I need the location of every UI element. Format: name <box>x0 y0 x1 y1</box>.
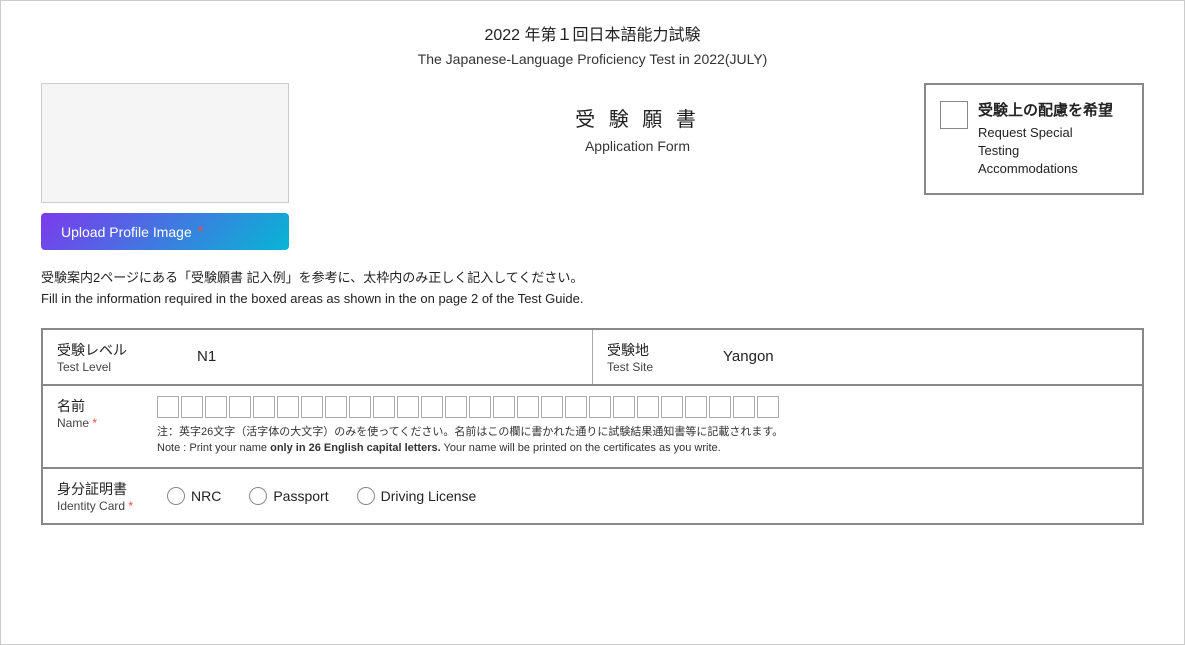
page: 2022 年第１回日本語能力試験 The Japanese-Language P… <box>0 0 1185 645</box>
header: 2022 年第１回日本語能力試験 The Japanese-Language P… <box>41 21 1144 67</box>
name-input-area: 注：英字26文字（活字体の大文字）のみを使ってください。名前はこの欄に書かれた通… <box>157 396 1128 457</box>
name-char-box[interactable] <box>325 396 347 418</box>
radio-label: Driving License <box>381 488 477 504</box>
upload-required-marker: * <box>198 223 204 240</box>
id-card-row: 身分証明書 Identity Card * NRC Passport Driving… <box>42 468 1143 524</box>
id-card-option[interactable]: Passport <box>249 487 328 505</box>
instruction-line2: Fill in the information required in the … <box>41 289 1144 310</box>
name-char-box[interactable] <box>541 396 563 418</box>
name-char-box[interactable] <box>637 396 659 418</box>
name-char-box[interactable] <box>493 396 515 418</box>
radio-label: NRC <box>191 488 221 504</box>
accommodations-en: Request Special Testing Accommodations <box>978 124 1113 179</box>
radio-circle <box>357 487 375 505</box>
name-required: * <box>92 416 97 430</box>
name-char-box[interactable] <box>445 396 467 418</box>
test-site-value: Yangon <box>723 348 774 365</box>
name-char-boxes <box>157 396 1128 418</box>
app-form-en: Application Form <box>585 138 690 154</box>
id-card-cell: 身分証明書 Identity Card * NRC Passport Driving… <box>42 468 1143 524</box>
id-card-label: 身分証明書 Identity Card * <box>57 479 137 513</box>
name-cell: 名前 Name * 注：英字26文字（活字体の大文字）のみを使ってください。名前… <box>42 385 1143 468</box>
name-char-box[interactable] <box>301 396 323 418</box>
upload-profile-image-button[interactable]: Upload Profile Image * <box>41 213 289 250</box>
app-form-jp: 受 験 願 書 <box>575 103 700 132</box>
name-char-box[interactable] <box>349 396 371 418</box>
name-char-box[interactable] <box>373 396 395 418</box>
name-char-box[interactable] <box>565 396 587 418</box>
name-char-box[interactable] <box>157 396 179 418</box>
name-char-box[interactable] <box>229 396 251 418</box>
title-en: The Japanese-Language Proficiency Test i… <box>41 51 1144 67</box>
test-level-value: N1 <box>197 348 216 365</box>
name-char-box[interactable] <box>685 396 707 418</box>
top-section: Upload Profile Image * 受 験 願 書 Applicati… <box>41 83 1144 250</box>
test-site-label: 受験地 Test Site <box>607 340 653 374</box>
name-char-box[interactable] <box>733 396 755 418</box>
test-site-cell: 受験地 Test Site Yangon <box>593 329 1144 385</box>
name-char-box[interactable] <box>253 396 275 418</box>
id-card-option[interactable]: NRC <box>167 487 221 505</box>
id-required: * <box>128 499 133 513</box>
name-char-box[interactable] <box>181 396 203 418</box>
name-char-box[interactable] <box>757 396 779 418</box>
test-level-cell: 受験レベル Test Level N1 <box>42 329 593 385</box>
name-char-box[interactable] <box>205 396 227 418</box>
name-char-box[interactable] <box>277 396 299 418</box>
instructions: 受験案内2ページにある「受験願書 記入例」を参考に、太枠内のみ正しく記入してくだ… <box>41 268 1144 310</box>
id-card-option[interactable]: Driving License <box>357 487 477 505</box>
id-card-options: NRC Passport Driving License <box>167 487 476 505</box>
center-col: 受 験 願 書 Application Form <box>351 83 924 154</box>
radio-circle <box>249 487 267 505</box>
radio-circle <box>167 487 185 505</box>
name-note: 注：英字26文字（活字体の大文字）のみを使ってください。名前はこの欄に書かれた通… <box>157 424 1128 457</box>
form-table: 受験レベル Test Level N1 受験地 Test Site Yangon <box>41 328 1144 525</box>
photo-box <box>41 83 289 203</box>
name-char-box[interactable] <box>709 396 731 418</box>
name-char-box[interactable] <box>469 396 491 418</box>
test-level-label: 受験レベル Test Level <box>57 340 127 374</box>
accommodations-checkbox[interactable] <box>940 101 968 129</box>
name-char-box[interactable] <box>613 396 635 418</box>
name-char-box[interactable] <box>397 396 419 418</box>
instruction-line1: 受験案内2ページにある「受験願書 記入例」を参考に、太枠内のみ正しく記入してくだ… <box>41 268 1144 289</box>
accommodations-text: 受験上の配慮を希望 Request Special Testing Accomm… <box>978 99 1113 179</box>
title-jp: 2022 年第１回日本語能力試験 <box>41 21 1144 45</box>
name-row: 名前 Name * 注：英字26文字（活字体の大文字）のみを使ってください。名前… <box>42 385 1143 468</box>
test-level-row: 受験レベル Test Level N1 受験地 Test Site Yangon <box>42 329 1143 385</box>
name-char-box[interactable] <box>589 396 611 418</box>
accommodations-box: 受験上の配慮を希望 Request Special Testing Accomm… <box>924 83 1144 195</box>
left-col: Upload Profile Image * <box>41 83 351 250</box>
name-char-box[interactable] <box>661 396 683 418</box>
radio-label: Passport <box>273 488 328 504</box>
accommodations-jp: 受験上の配慮を希望 <box>978 99 1113 120</box>
upload-button-label: Upload Profile Image <box>61 224 192 240</box>
name-label: 名前 Name * <box>57 396 137 430</box>
name-char-box[interactable] <box>421 396 443 418</box>
name-char-box[interactable] <box>517 396 539 418</box>
